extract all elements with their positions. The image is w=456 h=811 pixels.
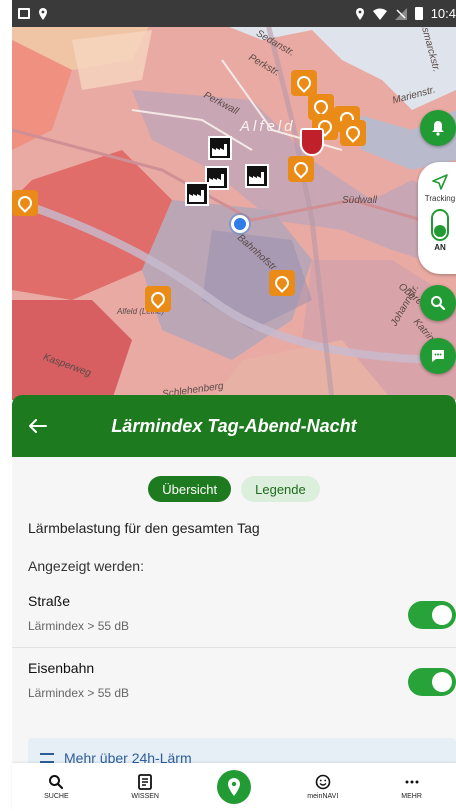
poi-marker[interactable] [12, 190, 38, 216]
layer-title: Eisenbahn [28, 660, 95, 676]
search-icon [431, 296, 446, 311]
nav-meinnavi[interactable]: meinNAVI [278, 763, 367, 811]
nav-label: MEHR [401, 793, 422, 800]
factory-icon [209, 174, 224, 186]
nav-label: WISSEN [131, 793, 159, 800]
tracking-toggle[interactable] [431, 209, 449, 241]
factory-marker[interactable] [208, 136, 232, 160]
poi-marker[interactable] [145, 286, 171, 312]
railway-layer-toggle[interactable] [408, 668, 456, 696]
layer-subtitle: Lärmindex > 55 dB [28, 686, 130, 700]
arrow-left-icon [29, 419, 47, 433]
sheet-subtitle: Lärmbelastung für den gesamten Tag [28, 520, 260, 536]
current-location-dot [231, 215, 249, 233]
nav-more[interactable]: MEHR [367, 763, 456, 811]
layer-row-railway: Eisenbahn Lärmindex > 55 dB [12, 654, 456, 708]
tab-overview[interactable]: Übersicht [148, 476, 232, 502]
chat-button[interactable] [420, 338, 456, 374]
shown-label: Angezeigt werden: [28, 558, 144, 574]
factory-marker[interactable] [185, 182, 209, 206]
street-layer-toggle[interactable] [408, 601, 456, 629]
tracking-label: Tracking [424, 194, 456, 203]
nav-knowledge[interactable]: WISSEN [101, 763, 190, 811]
tab-legend[interactable]: Legende [241, 476, 320, 502]
navigation-arrow-icon [432, 174, 448, 190]
map-pin-icon [227, 778, 240, 796]
sheet-header: Lärmindex Tag-Abend-Nacht [12, 395, 456, 457]
smiley-icon [315, 774, 331, 790]
map-search-button[interactable] [420, 285, 456, 321]
document-icon [138, 774, 153, 790]
town-crest-marker[interactable] [300, 128, 324, 156]
poi-marker[interactable] [269, 270, 295, 296]
battery-icon [414, 7, 423, 20]
divider [12, 647, 456, 648]
info-sheet: Übersicht Legende Lärmbelastung für den … [12, 457, 456, 763]
street-label-sudwall: Südwall [342, 195, 378, 206]
noise-map[interactable]: Perkstr. Perkwall Sedanstr. Bahnhofstr. … [12, 0, 456, 400]
bottom-navigation: SUCHE WISSEN meinNAVI MEHR [12, 763, 456, 811]
location-status-icon [39, 7, 47, 20]
layer-subtitle: Lärmindex > 55 dB [28, 619, 130, 633]
sheet-title: Lärmindex Tag-Abend-Nacht [111, 415, 357, 436]
notifications-button[interactable] [420, 110, 456, 146]
status-bar: 10:4 [12, 0, 456, 27]
factory-icon [212, 144, 227, 156]
poi-marker[interactable] [340, 120, 366, 146]
factory-icon [249, 172, 264, 184]
nav-map[interactable] [190, 763, 279, 811]
nav-search[interactable]: SUCHE [12, 763, 101, 811]
layer-title: Straße [28, 593, 71, 609]
more-info-link[interactable]: Mehr über 24h-Lärm [28, 738, 456, 763]
nav-label: meinNAVI [307, 793, 339, 800]
poi-marker[interactable] [288, 156, 314, 182]
no-signal-icon [394, 7, 407, 20]
more-info-label: Mehr über 24h-Lärm [64, 750, 192, 763]
location-status-icon-right [355, 7, 364, 20]
tracking-panel[interactable]: Tracking AN [418, 162, 456, 274]
menu-lines-icon [40, 753, 54, 763]
back-button[interactable] [18, 406, 58, 446]
town-label: Alfeld [240, 118, 296, 135]
layer-row-street: Straße Lärmindex > 55 dB [12, 587, 456, 641]
chat-icon [432, 350, 444, 362]
map-pin-button[interactable] [216, 770, 251, 804]
search-icon [49, 775, 64, 790]
noise-map-layer [12, 0, 456, 400]
bell-icon [432, 121, 444, 136]
image-notification-icon [18, 8, 30, 19]
nav-label: SUCHE [44, 793, 69, 800]
wifi-icon [372, 8, 387, 20]
factory-icon [189, 190, 204, 202]
more-dots-icon [405, 780, 419, 784]
tab-bar: Übersicht Legende [12, 476, 456, 502]
clock: 10:4 [430, 6, 456, 21]
tracking-state: AN [434, 243, 446, 252]
poi-marker[interactable] [291, 70, 317, 96]
factory-marker[interactable] [245, 164, 269, 188]
